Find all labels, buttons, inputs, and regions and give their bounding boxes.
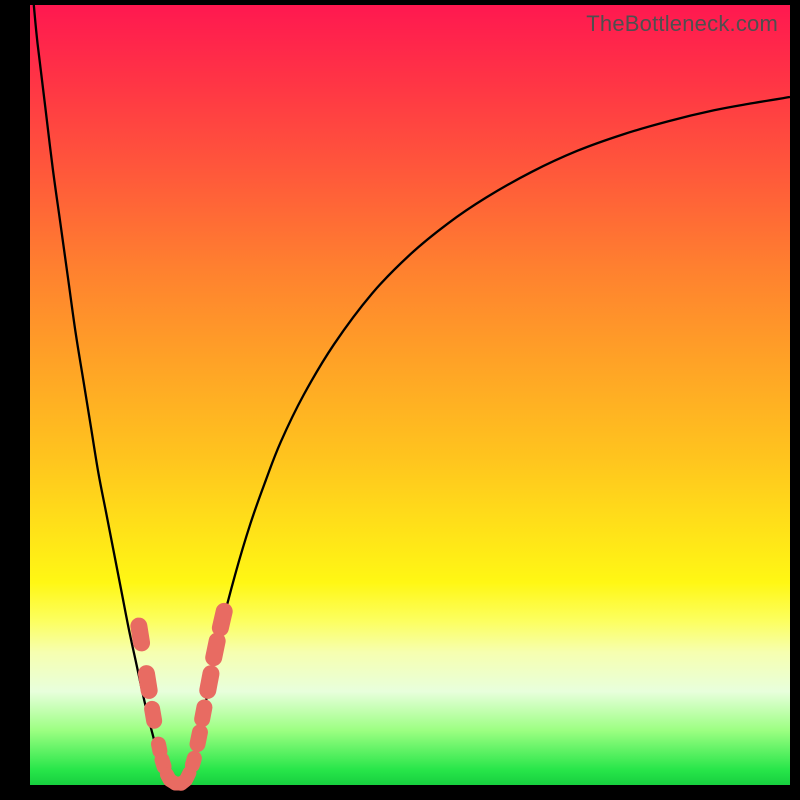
marker-capsule — [198, 664, 221, 701]
data-markers — [129, 601, 234, 793]
marker-capsule — [143, 700, 164, 730]
marker-capsule — [137, 664, 159, 700]
marker-capsule — [210, 601, 234, 638]
plot-area: TheBottleneck.com — [30, 5, 790, 785]
chart-frame: TheBottleneck.com — [0, 0, 800, 800]
marker-capsule — [188, 723, 209, 754]
chart-svg — [30, 5, 790, 785]
marker-capsule — [193, 698, 214, 728]
marker-capsule — [204, 631, 228, 668]
